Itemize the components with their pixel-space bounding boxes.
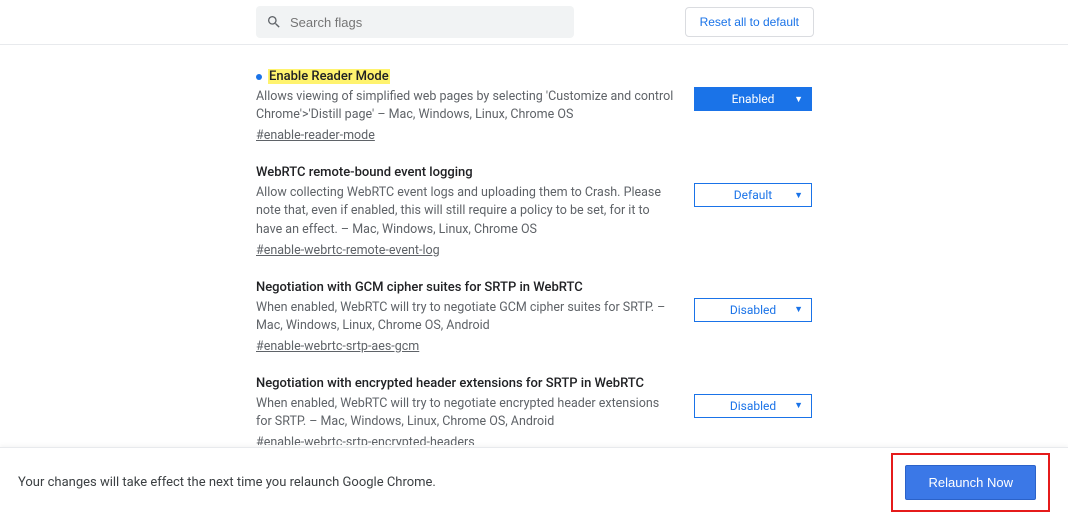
flag-dropdown-value: Disabled <box>730 399 776 413</box>
flag-info: Enable Reader Mode Allows viewing of simp… <box>256 69 694 143</box>
flag-dropdown[interactable]: Disabled ▼ <box>694 394 812 418</box>
flag-title-row: Negotiation with encrypted header extens… <box>256 376 674 391</box>
chevron-down-icon: ▼ <box>794 400 803 411</box>
flag-info: Negotiation with GCM cipher suites for S… <box>256 280 694 354</box>
flag-item: Negotiation with encrypted header extens… <box>256 362 812 445</box>
flag-title: WebRTC remote-bound event logging <box>256 165 473 180</box>
flag-dropdown-value: Enabled <box>732 92 775 106</box>
flag-description: When enabled, WebRTC will try to negotia… <box>256 299 674 335</box>
modified-dot-icon <box>256 74 262 80</box>
flag-permalink[interactable]: #enable-webrtc-srtp-encrypted-headers <box>256 435 475 445</box>
flag-description: Allows viewing of simplified web pages b… <box>256 88 674 124</box>
flag-control: Enabled ▼ <box>694 69 812 143</box>
flag-dropdown[interactable]: Default ▼ <box>694 183 812 207</box>
relaunch-button[interactable]: Relaunch Now <box>905 465 1036 500</box>
flag-dropdown-value: Disabled <box>730 303 776 317</box>
footer-message: Your changes will take effect the next t… <box>18 475 436 490</box>
flag-permalink[interactable]: #enable-reader-mode <box>256 128 375 143</box>
chevron-down-icon: ▼ <box>794 190 803 201</box>
flag-item: Enable Reader Mode Allows viewing of simp… <box>256 55 812 151</box>
flag-info: WebRTC remote-bound event logging Allow c… <box>256 165 694 257</box>
flag-dropdown[interactable]: Disabled ▼ <box>694 298 812 322</box>
flag-control: Disabled ▼ <box>694 376 812 445</box>
search-input[interactable] <box>290 15 564 30</box>
flag-dropdown[interactable]: Enabled ▼ <box>694 87 812 111</box>
flag-title-row: WebRTC remote-bound event logging <box>256 165 674 180</box>
flag-info: Negotiation with encrypted header extens… <box>256 376 694 445</box>
flag-title-row: Enable Reader Mode <box>256 69 674 84</box>
flag-title: Negotiation with encrypted header extens… <box>256 376 644 391</box>
flag-item: WebRTC remote-bound event logging Allow c… <box>256 151 812 265</box>
flag-dropdown-value: Default <box>734 188 772 202</box>
reset-all-button[interactable]: Reset all to default <box>685 7 814 37</box>
flag-control: Disabled ▼ <box>694 280 812 354</box>
relaunch-highlight: Relaunch Now <box>891 453 1050 512</box>
flag-description: When enabled, WebRTC will try to negotia… <box>256 395 674 431</box>
chevron-down-icon: ▼ <box>794 94 803 105</box>
flag-title: Enable Reader Mode <box>268 69 390 84</box>
flag-control: Default ▼ <box>694 165 812 257</box>
flag-permalink[interactable]: #enable-webrtc-srtp-aes-gcm <box>256 339 419 354</box>
flag-title-row: Negotiation with GCM cipher suites for S… <box>256 280 674 295</box>
search-box[interactable] <box>256 6 574 38</box>
flag-title: Negotiation with GCM cipher suites for S… <box>256 280 583 295</box>
header: Reset all to default <box>0 0 1068 45</box>
flag-description: Allow collecting WebRTC event logs and u… <box>256 184 674 238</box>
flag-item: Negotiation with GCM cipher suites for S… <box>256 266 812 362</box>
chevron-down-icon: ▼ <box>794 304 803 315</box>
flags-list: Enable Reader Mode Allows viewing of simp… <box>0 45 1068 445</box>
footer-bar: Your changes will take effect the next t… <box>0 447 1068 517</box>
flag-permalink[interactable]: #enable-webrtc-remote-event-log <box>256 243 440 258</box>
search-icon <box>266 14 282 30</box>
